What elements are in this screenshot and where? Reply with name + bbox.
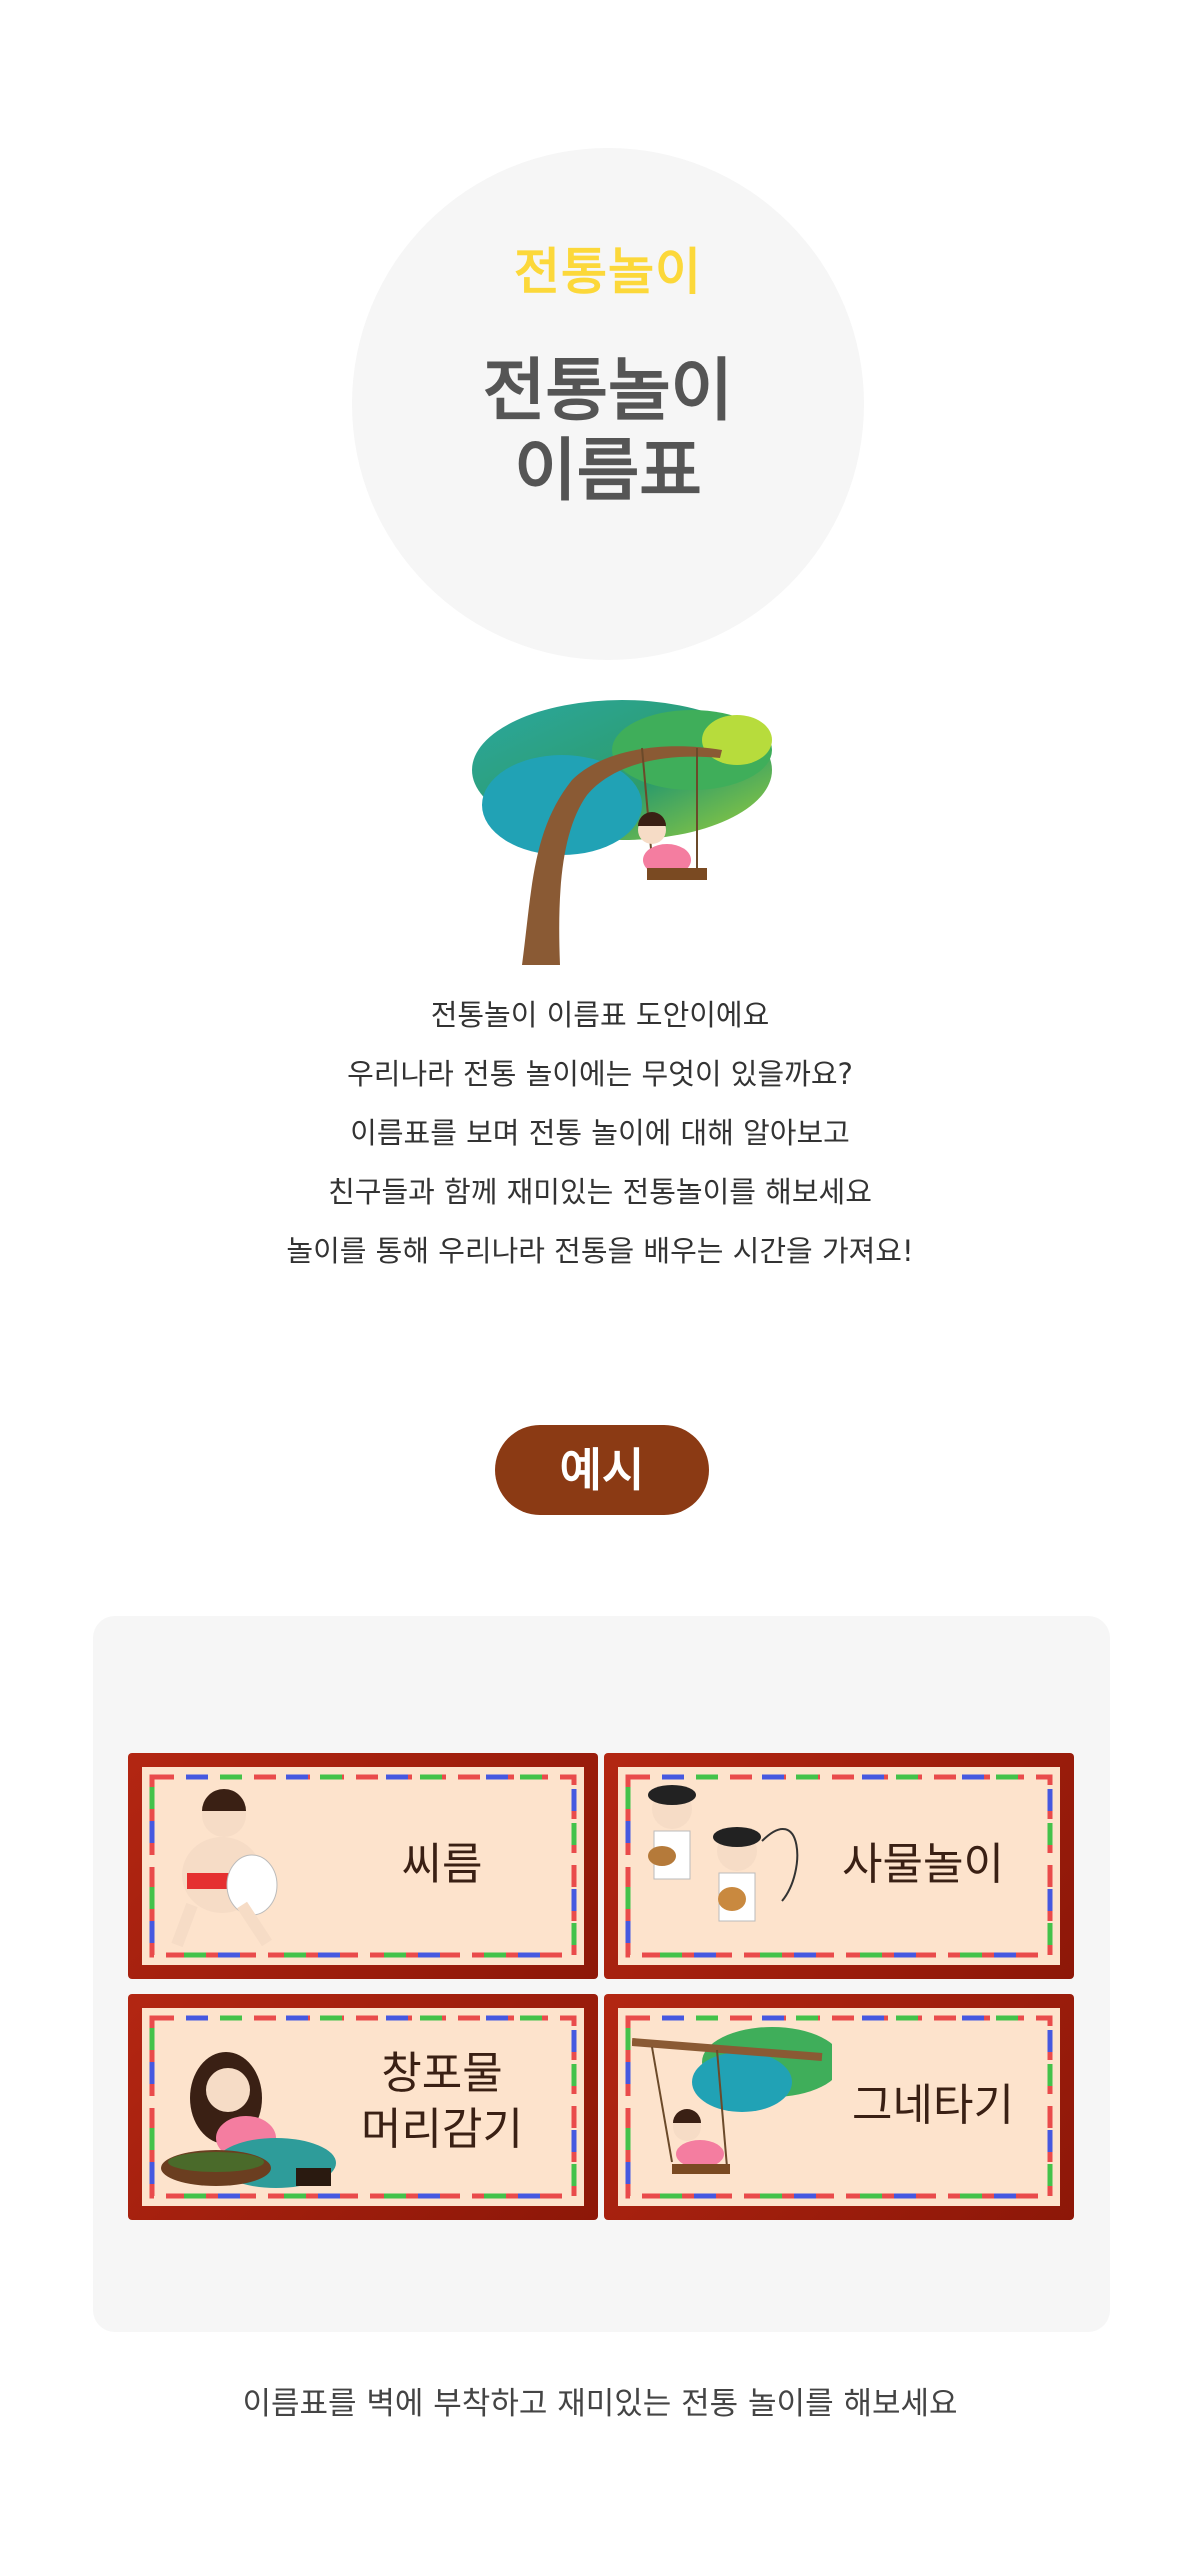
name-card-swing: 그네타기 bbox=[604, 1994, 1074, 2220]
card-inner: 그네타기 bbox=[618, 2008, 1060, 2206]
name-card-ssireum: 씨름 bbox=[128, 1753, 598, 1979]
card-inner: 씨름 bbox=[142, 1767, 584, 1965]
intro-line: 전통놀이 이름표 도안이에요 bbox=[430, 998, 770, 1032]
card-inner: 창포물 머리감기 bbox=[142, 2008, 584, 2206]
card-label-line2: 머리감기 bbox=[361, 2104, 523, 2155]
swing-under-tree-illustration bbox=[632, 2027, 832, 2174]
card-label: 사물놀이 bbox=[842, 1839, 1004, 1890]
hero-subtitle: 전통놀이 bbox=[514, 243, 702, 301]
card-label: 씨름 bbox=[401, 1839, 483, 1890]
name-card-hair-washing: 창포물 머리감기 bbox=[128, 1994, 598, 2220]
card-label-line1: 창포물 bbox=[381, 2048, 503, 2099]
intro-line: 친구들과 함께 재미있는 전통놀이를 해보세요 bbox=[328, 1175, 872, 1209]
samulnori-drummers-illustration bbox=[648, 1785, 799, 1922]
ssireum-wrestlers-illustration bbox=[171, 1789, 278, 1948]
page-title-line2: 이름표 bbox=[514, 432, 702, 511]
intro-line: 이름표를 보며 전통 놀이에 대해 알아보고 bbox=[350, 1116, 850, 1150]
card-inner: 사물놀이 bbox=[618, 1767, 1060, 1965]
example-badge: 예시 bbox=[495, 1425, 709, 1515]
page-title: 전통놀이 이름표 bbox=[352, 352, 864, 512]
page-title-line1: 전통놀이 bbox=[482, 352, 734, 431]
tree-swing-illustration bbox=[472, 700, 772, 965]
name-card-samulnori: 사물놀이 bbox=[604, 1753, 1074, 1979]
card-label: 그네타기 bbox=[852, 2080, 1014, 2131]
card-label: 창포물 머리감기 bbox=[342, 2046, 542, 2158]
intro-line: 우리나라 전통 놀이에는 무엇이 있을까요? bbox=[347, 1057, 853, 1091]
intro-line: 놀이를 통해 우리나라 전통을 배우는 시간을 가져요! bbox=[286, 1234, 914, 1268]
hair-washing-girl-illustration bbox=[161, 2052, 336, 2188]
intro-text: 전통놀이 이름표 도안이에요 우리나라 전통 놀이에는 무엇이 있을까요? 이름… bbox=[100, 986, 1100, 1281]
footer-caption: 이름표를 벽에 부착하고 재미있는 전통 놀이를 해보세요 bbox=[242, 2386, 958, 2422]
